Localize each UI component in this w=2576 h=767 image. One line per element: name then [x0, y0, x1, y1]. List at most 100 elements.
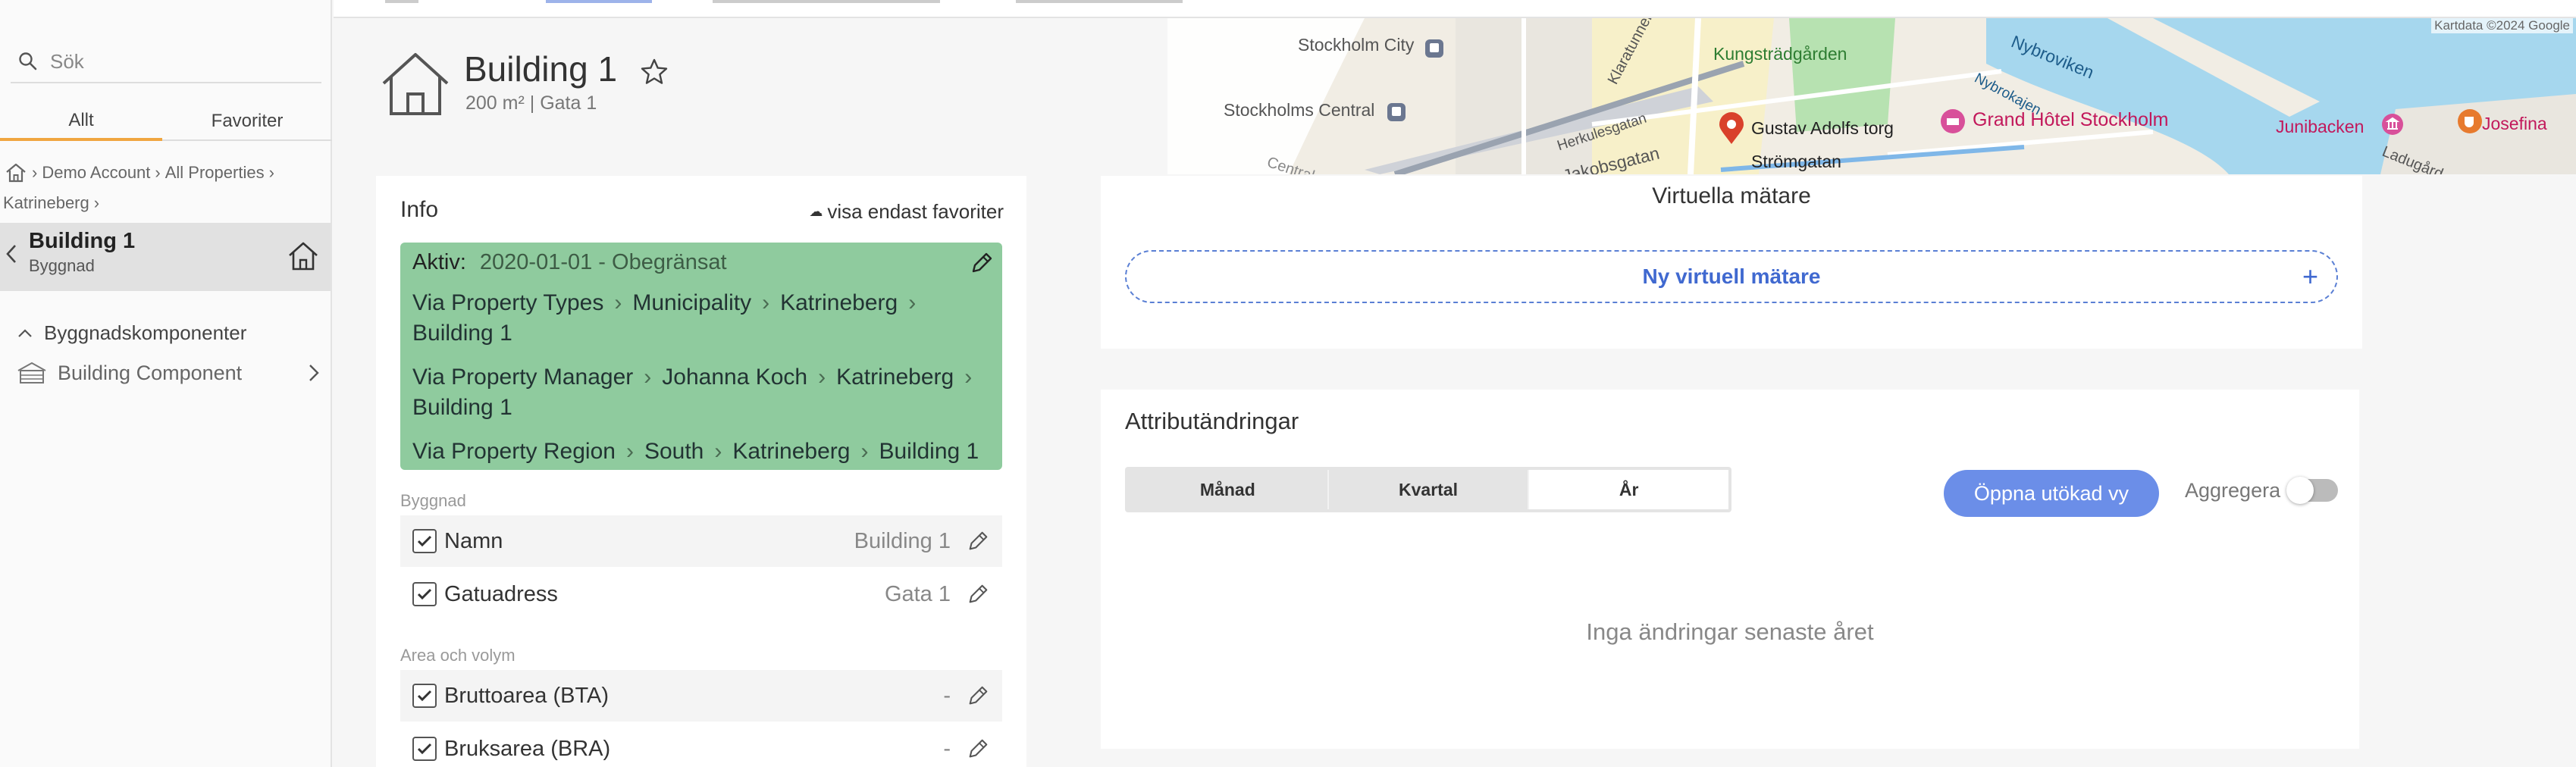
home-icon[interactable]	[5, 162, 27, 183]
info-title: Info	[400, 197, 439, 222]
cloud-icon: ☁	[809, 204, 823, 219]
map-view[interactable]: Stockholm City Kungsträdgården Nybrovike…	[1167, 18, 2576, 174]
period-segmented-control: Månad Kvartal År	[1125, 467, 1731, 512]
chevron-right-icon: ›	[908, 290, 917, 315]
property-value: Gata 1	[884, 581, 951, 606]
star-icon[interactable]	[639, 57, 669, 87]
components-heading[interactable]: Byggnadskomponenter	[17, 321, 246, 345]
checkbox[interactable]	[412, 529, 437, 553]
page-title-text: Building 1	[464, 49, 618, 89]
checkbox[interactable]	[412, 582, 437, 606]
components-heading-label: Byggnadskomponenter	[44, 321, 247, 344]
map-label: Stockholms Central	[1224, 100, 1375, 120]
transit-marker-icon[interactable]	[1424, 38, 1445, 59]
favorites-filter-label: visa endast favoriter	[827, 200, 1004, 223]
active-label: Aktiv:	[412, 250, 466, 274]
chevron-right-icon: ›	[32, 163, 38, 182]
property-name: Gatuadress	[444, 581, 558, 606]
property-value: -	[943, 736, 951, 761]
favorites-filter-link[interactable]: ☁ visa endast favoriter	[809, 200, 1004, 224]
house-icon	[287, 239, 320, 273]
relation-path-item[interactable]: Katrineberg	[836, 365, 954, 390]
pencil-icon[interactable]	[966, 684, 990, 708]
property-value: -	[943, 683, 951, 708]
plus-icon: +	[2302, 261, 2318, 292]
active-period: Aktiv: 2020-01-01 - Obegränsat	[412, 250, 727, 275]
relation-path-item[interactable]: Building 1	[412, 395, 512, 420]
pencil-icon[interactable]	[966, 737, 990, 761]
relation-path-item[interactable]: Building 1	[879, 439, 979, 464]
transit-marker-icon[interactable]	[1386, 102, 1407, 123]
chevron-right-icon: ›	[268, 163, 274, 182]
relation-path-item[interactable]: Katrineberg	[732, 439, 850, 464]
info-card: Info ☁ visa endast favoriter Aktiv: 2020-…	[376, 176, 1026, 767]
active-value: 2020-01-01 - Obegränsat	[479, 250, 727, 274]
pencil-icon[interactable]	[966, 582, 990, 606]
toolbar-divider	[385, 0, 418, 3]
selected-item-subtitle: Byggnad	[29, 256, 95, 275]
toolbar-divider	[1016, 0, 1183, 3]
checkbox[interactable]	[412, 684, 437, 708]
component-item[interactable]: Building Component	[17, 356, 320, 390]
checkbox[interactable]	[412, 737, 437, 761]
museum-marker-icon[interactable]	[2380, 112, 2405, 136]
section-label: Area och volym	[400, 646, 516, 665]
relation-path: Via Property Types › Municipality › Katrineb…	[412, 288, 996, 349]
chevron-right-icon: ›	[762, 290, 770, 315]
aggregate-label: Aggregera	[2185, 479, 2281, 502]
toolbar-tab-indicator	[546, 0, 652, 3]
segment-year[interactable]: År	[1529, 470, 1729, 509]
relation-path-item[interactable]: Via Property Region	[412, 439, 616, 464]
cafe-marker-icon[interactable]	[2456, 108, 2484, 135]
new-virtual-meter-button[interactable]: Ny virtuell mätare +	[1125, 250, 2338, 303]
chevron-up-icon	[17, 328, 33, 339]
chevron-right-icon: ›	[614, 290, 622, 315]
search-input[interactable]	[50, 49, 308, 74]
relation-path-item[interactable]: South	[644, 439, 704, 464]
tab-all[interactable]: Allt	[0, 103, 162, 141]
chevron-left-icon[interactable]	[5, 243, 18, 265]
pencil-icon[interactable]	[966, 529, 990, 553]
house-icon	[379, 50, 452, 118]
active-relations-panel: Aktiv: 2020-01-01 - Obegränsat Via Proper…	[400, 243, 1002, 470]
relation-path-item[interactable]: Via Property Manager	[412, 365, 633, 390]
chevron-right-icon	[308, 362, 320, 384]
map-label: Grand Hôtel Stockholm	[1973, 109, 2169, 130]
property-row: Bruksarea (BRA) -	[400, 723, 1002, 767]
search-icon	[18, 52, 38, 71]
tab-favorites[interactable]: Favoriter	[162, 103, 332, 141]
property-row: Namn Building 1	[400, 515, 1002, 567]
chevron-right-icon: ›	[964, 365, 973, 390]
hotel-marker-icon[interactable]	[1939, 108, 1966, 135]
chevron-right-icon: ›	[155, 163, 161, 182]
search-box[interactable]	[11, 41, 321, 83]
property-name: Bruttoarea (BTA)	[444, 683, 610, 708]
chevron-right-icon: ›	[93, 193, 100, 212]
map-label: Gustav Adolfs torg	[1751, 118, 1894, 138]
property-row: Gatuadress Gata 1	[400, 568, 1002, 620]
breadcrumb-item[interactable]: All Properties	[165, 158, 265, 188]
segment-quarter[interactable]: Kvartal	[1329, 470, 1530, 509]
relation-path-item[interactable]: Johanna Koch	[662, 365, 807, 390]
map-label: Junibacken	[2276, 117, 2364, 136]
open-extended-view-button[interactable]: Öppna utökad vy	[1944, 470, 2159, 517]
aggregate-toggle[interactable]	[2286, 477, 2338, 504]
sidebar: Allt Favoriter › Demo Account › All Prop…	[0, 0, 332, 767]
property-row: Bruttoarea (BTA) -	[400, 670, 1002, 722]
property-value: Building 1	[854, 528, 951, 553]
selected-building-item[interactable]: Building 1 Byggnad	[0, 223, 331, 291]
map-pin-icon[interactable]	[1718, 112, 1745, 146]
chevron-right-icon: ›	[625, 439, 634, 464]
breadcrumb-item[interactable]: Demo Account	[42, 158, 150, 188]
chevron-right-icon: ›	[818, 365, 826, 390]
building-component-icon	[17, 362, 47, 384]
map-attribution: Kartdata ©2024 Google	[2431, 18, 2573, 33]
segment-month[interactable]: Månad	[1128, 470, 1329, 509]
pencil-icon[interactable]	[969, 250, 995, 276]
breadcrumb-item[interactable]: Katrineberg	[3, 188, 89, 218]
relation-path-item[interactable]: Municipality	[632, 290, 751, 315]
relation-path: Via Property Manager › Johanna Koch › Katrin…	[412, 362, 996, 423]
relation-path-item[interactable]: Via Property Types	[412, 290, 603, 315]
relation-path-item[interactable]: Building 1	[412, 321, 512, 346]
relation-path-item[interactable]: Katrineberg	[780, 290, 898, 315]
